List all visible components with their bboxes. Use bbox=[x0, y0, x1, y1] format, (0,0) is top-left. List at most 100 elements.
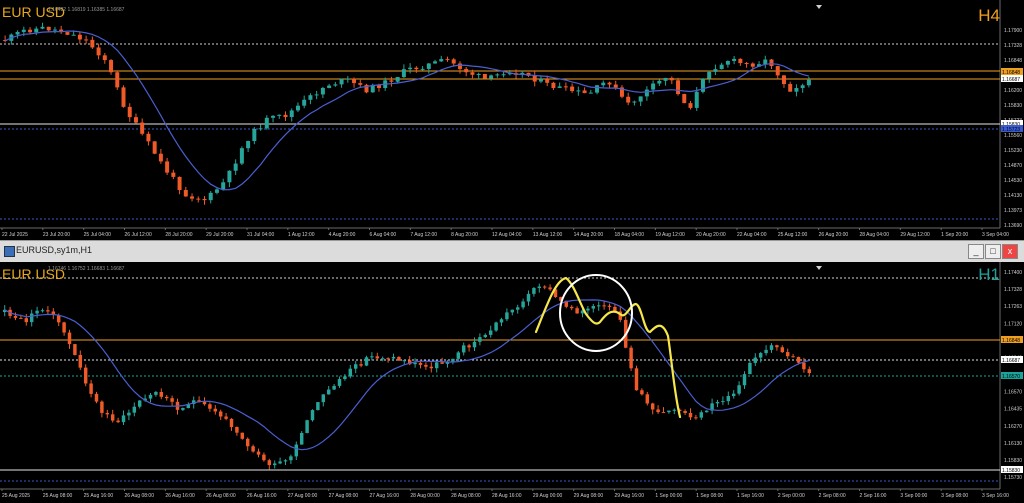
candle-body bbox=[785, 352, 790, 357]
candle-body bbox=[483, 334, 488, 338]
maximize-button[interactable]: □ bbox=[985, 244, 1001, 259]
candle-body bbox=[650, 403, 655, 410]
candle-body bbox=[408, 67, 413, 70]
candle-body bbox=[102, 55, 107, 61]
price-tick-label: 1.17328 bbox=[1004, 287, 1022, 293]
ohlc-readout: 1.16746 1.16752 1.16683 1.16687 bbox=[48, 266, 125, 272]
candle-body bbox=[137, 400, 142, 407]
candle-body bbox=[426, 63, 431, 69]
candle-body bbox=[607, 305, 612, 307]
candle-body bbox=[46, 310, 50, 312]
candle-body bbox=[133, 117, 138, 123]
candle-body bbox=[359, 364, 363, 366]
candle-body bbox=[52, 29, 57, 31]
candle-body bbox=[218, 411, 223, 417]
candle-body bbox=[177, 176, 182, 191]
candle-body bbox=[35, 310, 39, 314]
candle-body bbox=[482, 73, 487, 79]
candle-body bbox=[152, 141, 157, 154]
h4-chart-pane[interactable]: 1.17900 1.17328 1.16848 1.16687 1.16200 1.158… bbox=[0, 0, 1024, 241]
h1-chart-pane[interactable]: 1.174001.173281.172631.171201.169801.168… bbox=[0, 262, 1024, 503]
price-tick-label: 1.16130 bbox=[1004, 441, 1022, 447]
price-tag-label: 1.16687 bbox=[1002, 358, 1020, 364]
candle-body bbox=[634, 368, 639, 391]
candle-body bbox=[582, 90, 587, 94]
candle-body bbox=[326, 389, 331, 395]
candle-body bbox=[791, 356, 795, 358]
price-tick-label: 1.17120 bbox=[1004, 321, 1022, 327]
candle-body bbox=[750, 63, 755, 67]
candle-body bbox=[337, 379, 342, 386]
candle-body bbox=[439, 59, 444, 62]
candle-body bbox=[308, 95, 313, 100]
time-tick-label: 7 Aug 12:00 bbox=[410, 232, 437, 238]
time-tick-label: 1 Aug 12:00 bbox=[288, 232, 315, 238]
candle-body bbox=[713, 69, 718, 72]
candle-body bbox=[429, 366, 434, 369]
candle-body bbox=[352, 78, 357, 84]
candle-body bbox=[794, 88, 799, 92]
candle-body bbox=[595, 85, 600, 93]
time-tick-label: 1 Sep 08:00 bbox=[696, 493, 723, 499]
close-button[interactable]: x bbox=[1002, 244, 1018, 259]
candle-body bbox=[451, 59, 456, 64]
price-tick-label: 1.14130 bbox=[1004, 193, 1022, 199]
time-tick-label: 14 Aug 20:00 bbox=[574, 232, 604, 238]
time-tick-label: 25 Aug 12:00 bbox=[778, 232, 808, 238]
price-tick-label: 1.17900 bbox=[1004, 28, 1022, 34]
price-tick-label: 1.16848 bbox=[1004, 58, 1022, 64]
candle-body bbox=[40, 310, 45, 312]
time-tick-label: 3 Sep 16:00 bbox=[982, 493, 1009, 499]
candle-body bbox=[638, 96, 643, 102]
candle-body bbox=[632, 101, 637, 103]
candle-body bbox=[24, 318, 29, 323]
candle-body bbox=[434, 362, 439, 369]
candle-body bbox=[651, 83, 656, 90]
h4-chart-canvas[interactable]: 1.17900 1.17328 1.16848 1.16687 1.16200 1.158… bbox=[0, 0, 1024, 240]
candle-body bbox=[15, 31, 20, 35]
candle-body bbox=[505, 312, 509, 320]
time-tick-label: 28 Jul 20:00 bbox=[165, 232, 192, 238]
candle-body bbox=[775, 66, 780, 76]
candle-body bbox=[154, 392, 158, 395]
chart-window-titlebar[interactable]: EURUSD,sy1m,H1 _ □ x bbox=[0, 240, 1024, 263]
candle-body bbox=[348, 368, 353, 377]
candle-body bbox=[258, 128, 263, 130]
candle-body bbox=[239, 148, 244, 164]
time-tick-label: 31 Jul 04:00 bbox=[247, 232, 274, 238]
candle-body bbox=[77, 34, 82, 40]
candle-body bbox=[569, 306, 574, 309]
h1-chart-canvas[interactable]: 1.174001.173281.172631.171201.169801.168… bbox=[0, 262, 1024, 503]
candle-body bbox=[418, 362, 423, 365]
candle-body bbox=[800, 85, 805, 89]
candle-body bbox=[683, 411, 687, 414]
candle-body bbox=[545, 78, 550, 83]
candle-body bbox=[240, 432, 245, 439]
candle-body bbox=[657, 80, 662, 84]
candle-body bbox=[380, 358, 385, 360]
price-tick-label: 1.17263 bbox=[1004, 304, 1022, 310]
candle-body bbox=[34, 28, 39, 33]
time-tick-label: 2 Sep 16:00 bbox=[860, 493, 887, 499]
time-tick-label: 29 Jul 20:00 bbox=[206, 232, 233, 238]
candle-body bbox=[310, 410, 315, 421]
candle-body bbox=[345, 78, 350, 80]
candle-body bbox=[494, 322, 498, 331]
candle-body bbox=[252, 129, 257, 142]
price-tick-label: 1.15560 bbox=[1004, 133, 1022, 139]
price-tag-label: 1.16848 bbox=[1002, 338, 1020, 344]
candle-body bbox=[731, 393, 736, 397]
candle-body bbox=[283, 114, 288, 118]
candle-body bbox=[424, 364, 428, 367]
minimize-button[interactable]: _ bbox=[968, 244, 984, 259]
time-tick-label: 4 Aug 20:00 bbox=[329, 232, 356, 238]
candle-body bbox=[694, 417, 698, 419]
candle-body bbox=[607, 82, 612, 85]
candle-body bbox=[629, 347, 633, 369]
candle-body bbox=[719, 64, 724, 70]
candle-body bbox=[526, 293, 531, 302]
candle-body bbox=[96, 47, 101, 56]
candle-body bbox=[763, 59, 768, 65]
time-tick-label: 23 Jul 20:00 bbox=[43, 232, 70, 238]
candle-body bbox=[294, 444, 299, 457]
